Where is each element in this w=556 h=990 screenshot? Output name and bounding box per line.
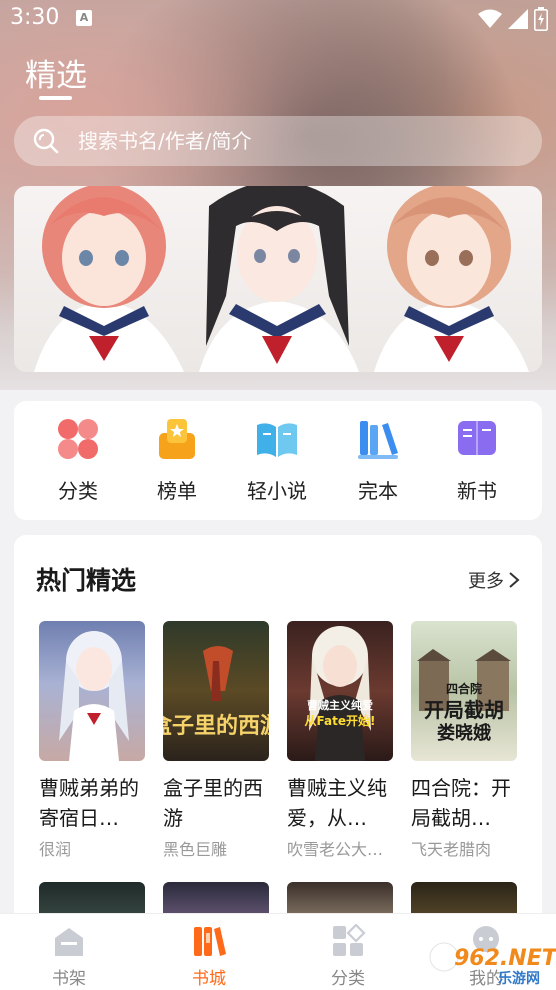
bookshelf-icon bbox=[55, 928, 83, 956]
cover-title: 开局截胡 bbox=[424, 698, 504, 722]
tab-bookshelf[interactable]: 书架 bbox=[29, 924, 109, 989]
chevron-right-icon bbox=[509, 572, 520, 588]
hot-picks-section: 热门精选 更多 曹贼弟弟的寄宿日… 很润 盒子里的西游 盒子里的西游 bbox=[14, 535, 542, 935]
cover-subtitle: 从Fate开始! bbox=[305, 713, 376, 728]
book-cover: 曹贼主义纯爱 从Fate开始! bbox=[287, 621, 393, 761]
book-cover: 盒子里的西游 bbox=[163, 621, 269, 761]
status-icons bbox=[478, 7, 548, 31]
book-cover: 四合院 开局截胡 娄晓娥 bbox=[411, 621, 517, 761]
shortcut-label: 轻小说 bbox=[247, 479, 307, 503]
books-icon bbox=[358, 421, 398, 459]
category-icon bbox=[333, 924, 366, 956]
book-author: 吹雪老公大… bbox=[287, 840, 384, 859]
wifi-icon bbox=[478, 9, 502, 28]
grid-icon bbox=[58, 419, 98, 459]
cover-title: 盒子里的西游 bbox=[163, 713, 269, 739]
banner-illustration bbox=[34, 186, 529, 372]
page-title: 精选 bbox=[25, 58, 87, 94]
title-underline bbox=[39, 96, 72, 100]
new-book-icon bbox=[458, 421, 496, 455]
shortcut-label: 完本 bbox=[358, 479, 398, 503]
tab-label: 书城 bbox=[192, 969, 226, 989]
book-item[interactable]: 盒子里的西游 盒子里的西游 黑色巨雕 bbox=[163, 621, 269, 860]
search-icon bbox=[33, 128, 59, 154]
notification-a-icon: A bbox=[76, 10, 92, 26]
shortcut-light-novel[interactable]: 轻小说 bbox=[237, 415, 317, 504]
book-title: 盒子里的西游 bbox=[163, 776, 263, 830]
book-author: 飞天老腊肉 bbox=[411, 840, 492, 859]
book-item[interactable]: 曹贼主义纯爱 从Fate开始! 曹贼主义纯爱，从… 吹雪老公大… bbox=[287, 621, 393, 860]
watermark-subtext: 乐游网 bbox=[498, 970, 540, 987]
section-title: 热门精选 bbox=[36, 566, 137, 595]
shortcut-category[interactable]: 分类 bbox=[38, 415, 118, 504]
shortcut-ranking[interactable]: 榜单 bbox=[137, 415, 217, 504]
shortcut-label: 榜单 bbox=[157, 479, 197, 503]
more-label: 更多 bbox=[468, 571, 504, 592]
status-bar: 3:30 A bbox=[0, 0, 556, 36]
shortcut-label: 新书 bbox=[457, 479, 497, 503]
bookstore-icon bbox=[194, 927, 226, 956]
cover-label: 四合院 bbox=[446, 681, 482, 696]
ranking-icon bbox=[159, 419, 195, 459]
book-author: 黑色巨雕 bbox=[163, 840, 228, 859]
watermark-text: 962.NET bbox=[454, 946, 556, 971]
signal-icon bbox=[508, 9, 528, 29]
shortcut-new-books[interactable]: 新书 bbox=[437, 415, 517, 504]
category-shortcuts: 分类 榜单 轻小说 完本 新书 bbox=[14, 401, 542, 520]
open-book-icon bbox=[257, 423, 297, 457]
book-title: 曹贼弟弟的寄宿日… bbox=[39, 776, 139, 830]
cover-title: 曹贼主义纯爱 bbox=[307, 698, 373, 712]
search-bar[interactable] bbox=[14, 116, 542, 166]
more-link[interactable]: 更多 bbox=[468, 567, 520, 593]
book-cover bbox=[39, 621, 145, 761]
search-input[interactable] bbox=[78, 129, 498, 153]
status-time: 3:30 bbox=[10, 5, 60, 30]
cover-subtitle: 娄晓娥 bbox=[437, 722, 491, 744]
shortcut-label: 分类 bbox=[58, 479, 98, 503]
shortcut-completed[interactable]: 完本 bbox=[338, 415, 418, 504]
watermark-logo: 962.NET 乐游网 bbox=[429, 942, 556, 987]
banner-carousel[interactable] bbox=[14, 186, 542, 372]
book-author: 很润 bbox=[39, 840, 72, 859]
tab-category[interactable]: 分类 bbox=[308, 924, 388, 989]
battery-icon bbox=[534, 7, 548, 31]
book-item[interactable]: 曹贼弟弟的寄宿日… 很润 bbox=[39, 621, 145, 860]
tab-bookstore[interactable]: 书城 bbox=[169, 924, 249, 989]
book-item[interactable]: 四合院 开局截胡 娄晓娥 四合院：开局截胡… 飞天老腊肉 bbox=[411, 621, 517, 860]
book-title: 曹贼主义纯爱，从… bbox=[287, 776, 387, 830]
tab-label: 书架 bbox=[52, 969, 86, 989]
tab-label: 分类 bbox=[331, 969, 365, 989]
book-title: 四合院：开局截胡… bbox=[411, 776, 511, 830]
